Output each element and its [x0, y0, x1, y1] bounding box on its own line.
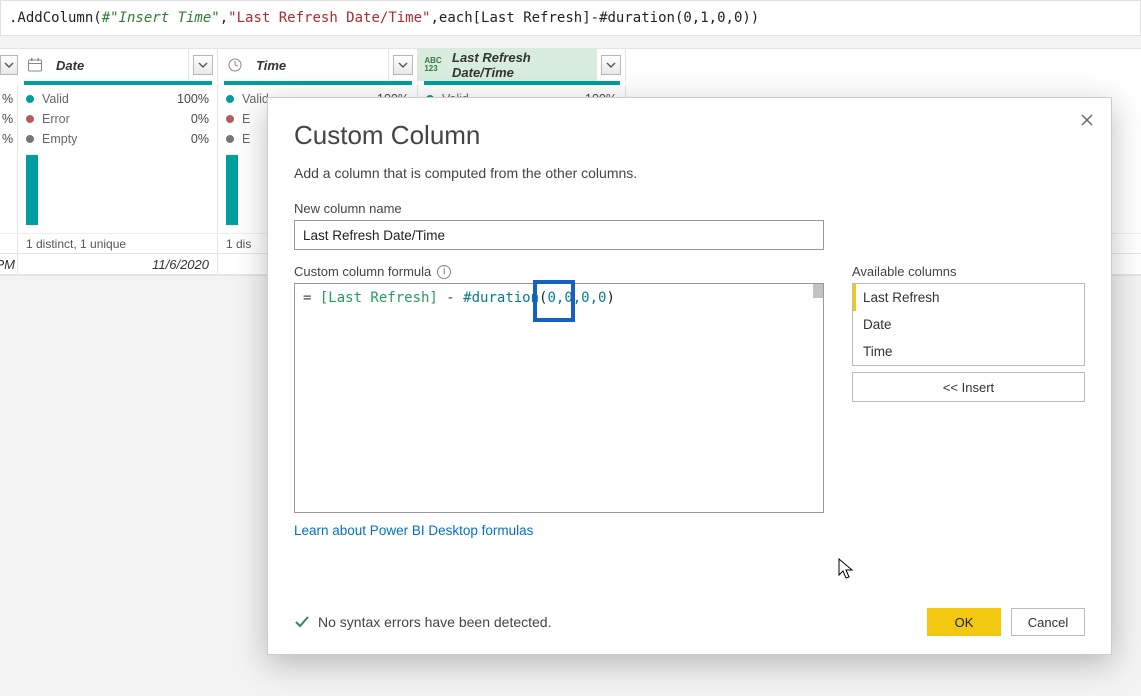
cell-date: 11/6/2020: [18, 254, 218, 274]
column-header-time[interactable]: Time: [218, 49, 418, 81]
learn-formulas-link[interactable]: Learn about Power BI Desktop formulas: [294, 523, 824, 538]
insert-button[interactable]: << Insert: [852, 372, 1085, 402]
dropdown-button[interactable]: [393, 55, 413, 75]
new-column-name-label: New column name: [294, 201, 1085, 216]
dropdown-button[interactable]: [601, 55, 621, 75]
sparkline: [26, 155, 209, 225]
custom-column-dialog: Custom Column Add a column that is compu…: [267, 97, 1112, 655]
dot-icon: [26, 135, 34, 143]
column-header-date[interactable]: Date: [18, 49, 218, 81]
quality-empty: Empty 0%: [26, 129, 209, 149]
column-headers: Date Time ABC123 Last Refresh Date/Time: [0, 49, 1141, 81]
column-header-partial[interactable]: [0, 49, 18, 81]
calendar-icon: [18, 49, 52, 81]
available-column-item[interactable]: Time: [853, 338, 1084, 365]
formula-string: "Last Refresh Date/Time": [228, 10, 430, 26]
dot-icon: [226, 135, 234, 143]
abc123-icon: ABC123: [418, 49, 448, 81]
quality-valid: Valid 100%: [26, 89, 209, 109]
dialog-title: Custom Column: [294, 120, 1085, 151]
dot-icon: [226, 115, 234, 123]
syntax-status: No syntax errors have been detected.: [294, 614, 551, 630]
available-columns-label: Available columns: [852, 264, 1085, 279]
check-icon: [294, 614, 310, 630]
scrollbar[interactable]: [813, 284, 823, 298]
dropdown-button[interactable]: [193, 55, 213, 75]
dot-icon: [26, 115, 34, 123]
available-columns-list[interactable]: Last Refresh Date Time: [852, 283, 1085, 366]
close-icon[interactable]: [1077, 110, 1097, 130]
available-column-item[interactable]: Last Refresh: [853, 284, 1084, 311]
column-label: Date: [52, 49, 189, 81]
info-icon[interactable]: i: [437, 265, 451, 279]
ok-button[interactable]: OK: [927, 608, 1001, 636]
dialog-subtitle: Add a column that is computed from the o…: [294, 165, 1085, 181]
formula-bar[interactable]: .AddColumn( #"Insert Time" , "Last Refre…: [0, 0, 1141, 36]
formula-text: .AddColumn(: [9, 10, 102, 26]
column-label: Last Refresh Date/Time: [448, 49, 597, 81]
dot-icon: [26, 95, 34, 103]
formula-label: Custom column formula: [294, 264, 431, 279]
column-header-last-refresh-datetime[interactable]: ABC123 Last Refresh Date/Time: [418, 49, 626, 81]
cursor-icon: [838, 558, 856, 580]
dot-icon: [226, 95, 234, 103]
quality-error: Error 0%: [26, 109, 209, 129]
custom-column-formula-input[interactable]: = [Last Refresh] - #duration(0,0,0,0): [294, 283, 824, 513]
formula-ref1: #"Insert Time": [102, 10, 220, 26]
cell-pm: PM: [0, 254, 18, 274]
available-column-item[interactable]: Date: [853, 311, 1084, 338]
clock-icon: [218, 49, 252, 81]
new-column-name-input[interactable]: [294, 220, 824, 250]
cancel-button[interactable]: Cancel: [1011, 608, 1085, 636]
column-label: Time: [252, 49, 389, 81]
dropdown-button[interactable]: [0, 55, 18, 75]
